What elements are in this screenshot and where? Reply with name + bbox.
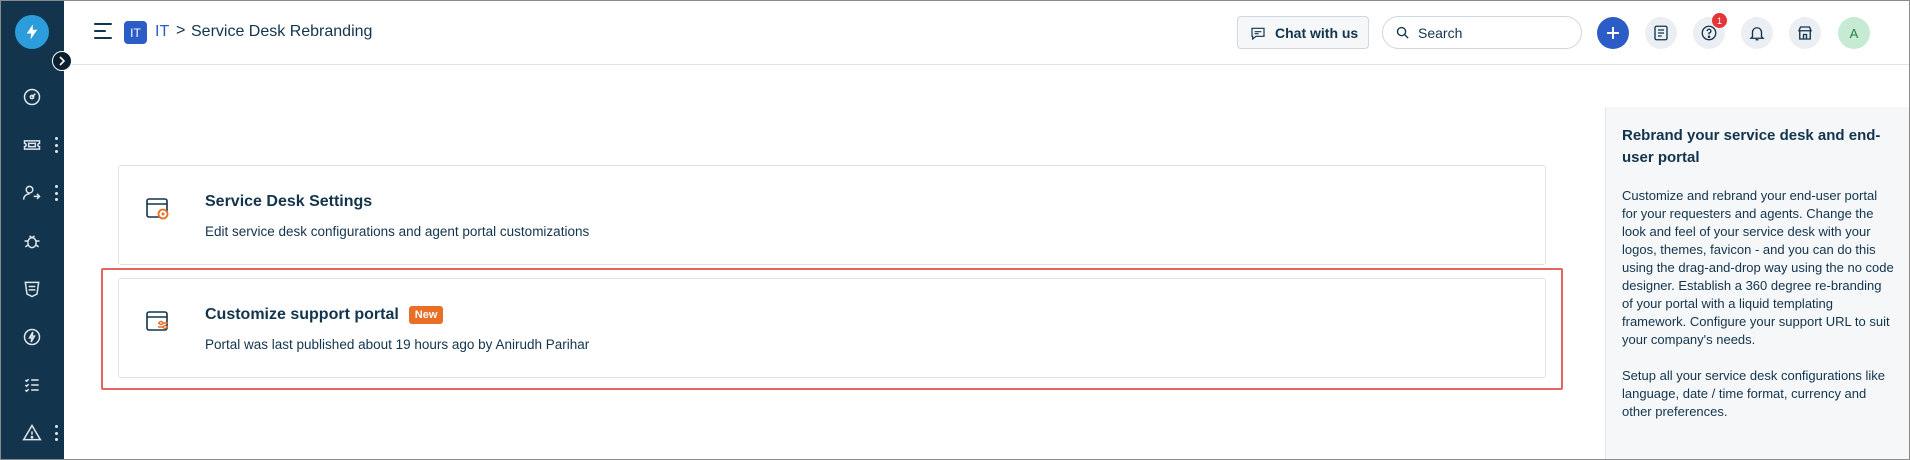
- customize-support-portal-card[interactable]: Customize support portal New Portal was …: [118, 278, 1546, 378]
- help-notification-badge: 1: [1712, 13, 1727, 28]
- menu-icon[interactable]: [94, 23, 112, 39]
- changes-icon[interactable]: [20, 277, 44, 301]
- sidebar: [1, 1, 64, 459]
- alerts-icon[interactable]: [20, 421, 44, 445]
- problems-icon[interactable]: [20, 229, 44, 253]
- requesters-icon[interactable]: [20, 181, 44, 205]
- search-icon: [1396, 26, 1409, 39]
- card-description: Edit service desk configurations and age…: [205, 224, 590, 239]
- sidebar-expand-button[interactable]: [52, 51, 72, 71]
- card-title: Service Desk Settings: [205, 193, 372, 211]
- tickets-more-icon[interactable]: [53, 137, 59, 153]
- new-badge: New: [408, 306, 444, 324]
- chat-with-us-button[interactable]: Chat with us: [1237, 16, 1369, 49]
- help-button[interactable]: 1: [1693, 13, 1727, 49]
- bolt-icon: [26, 24, 38, 40]
- bell-icon: [1749, 27, 1765, 41]
- card-title-text: Customize support portal: [205, 306, 399, 323]
- requesters-more-icon[interactable]: [53, 185, 59, 201]
- tickets-icon[interactable]: [20, 133, 44, 157]
- new-item-button[interactable]: [1597, 17, 1629, 49]
- search-input[interactable]: Search: [1382, 16, 1582, 49]
- chat-icon: [1251, 27, 1265, 40]
- notifications-button[interactable]: [1741, 17, 1773, 49]
- breadcrumb-separator: >: [176, 22, 186, 39]
- plus-icon: [1607, 27, 1619, 39]
- card-description: Portal was last published about 19 hours…: [205, 337, 590, 352]
- service-desk-settings-card[interactable]: Service Desk Settings Edit service desk …: [118, 165, 1546, 265]
- side-panel-paragraph-2: Setup all your service desk configuratio…: [1622, 368, 1886, 419]
- card-title: Customize support portal New: [205, 306, 444, 324]
- app-logo[interactable]: [15, 15, 49, 49]
- chat-button-label: Chat with us: [1275, 24, 1359, 41]
- side-panel-title: Rebrand your service desk and end-user p…: [1622, 127, 1881, 166]
- chevron-right-icon: [59, 56, 66, 66]
- alerts-more-icon[interactable]: [53, 425, 59, 441]
- search-placeholder: Search: [1418, 24, 1463, 41]
- user-avatar[interactable]: A: [1838, 17, 1870, 49]
- side-panel-paragraph-1: Customize and rebrand your end-user port…: [1622, 188, 1894, 347]
- dashboard-icon[interactable]: [20, 85, 44, 109]
- apps-icon: [1798, 26, 1812, 40]
- releases-icon[interactable]: [20, 325, 44, 349]
- todo-button[interactable]: [1645, 17, 1677, 49]
- portal-designer-icon: [146, 311, 168, 331]
- workspace-badge: IT: [124, 21, 147, 44]
- breadcrumb-workspace[interactable]: IT: [155, 23, 169, 41]
- app-window: IT IT > Service Desk Rebranding Chat wit…: [0, 0, 1910, 460]
- settings-window-icon: [146, 198, 169, 220]
- info-side-panel: Rebrand your service desk and end-user p…: [1605, 107, 1909, 459]
- tasks-icon[interactable]: [20, 373, 44, 397]
- page-title: Service Desk Rebranding: [191, 23, 373, 40]
- top-header: IT IT > Service Desk Rebranding Chat wit…: [64, 1, 1909, 65]
- todo-icon: [1654, 25, 1668, 41]
- card-title-text: Service Desk Settings: [205, 193, 373, 210]
- apps-button[interactable]: [1789, 17, 1821, 49]
